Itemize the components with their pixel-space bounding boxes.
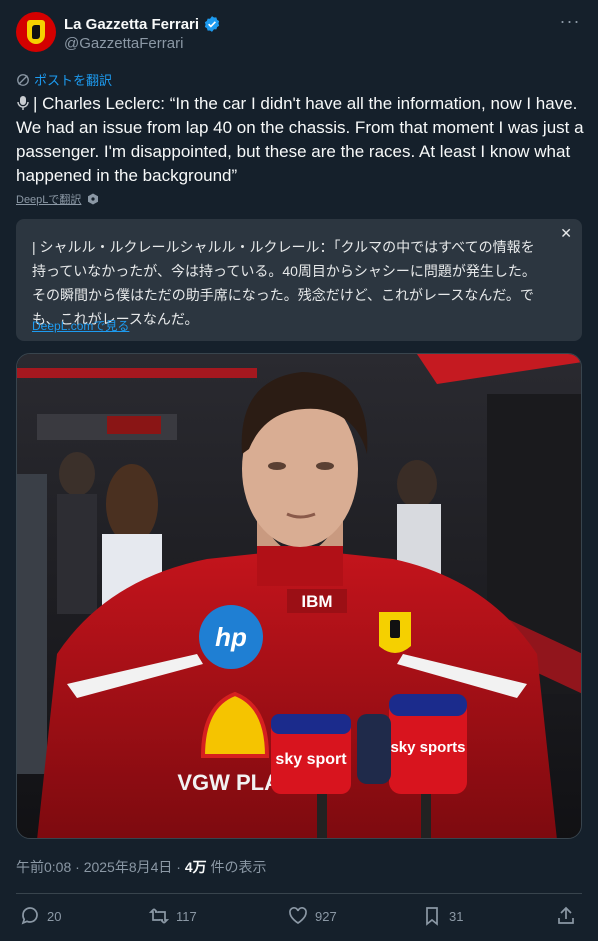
translate-post-link[interactable]: ポストを翻訳 <box>16 70 112 89</box>
translation-panel: | シャルル・ルクレールシャルル・ルクレール：「クルマの中ではすべての情報を持っ… <box>16 219 582 341</box>
bookmark-count: 31 <box>449 908 464 924</box>
avatar[interactable] <box>16 12 56 52</box>
repost-count: 117 <box>176 908 197 924</box>
name-row: La Gazzetta Ferrari <box>64 15 221 33</box>
deepl-logo-icon <box>88 193 99 205</box>
timestamp[interactable]: 午前0:08 · 2025年8月4日 <box>16 859 172 875</box>
handle[interactable]: @GazzettaFerrari <box>64 35 183 52</box>
reply-icon <box>21 907 38 925</box>
meta-separator: · <box>172 859 185 875</box>
post-header: La Gazzetta Ferrari @GazzettaFerrari ··· <box>16 12 582 56</box>
repost-button[interactable]: 117 <box>149 906 197 926</box>
share-icon <box>558 906 574 924</box>
like-count: 927 <box>315 908 337 924</box>
share-button[interactable] <box>556 906 576 926</box>
deepl-view-link[interactable]: DeepL.comで見る <box>32 317 129 334</box>
sky-sport-mic-text: sky sport <box>275 751 347 768</box>
post-photo[interactable]: IBM hp VGW PLAY sky sport sky sports <box>16 353 582 839</box>
repost-icon <box>149 908 169 924</box>
ibm-logo-text: IBM <box>301 592 332 611</box>
microphone-icon <box>17 96 29 110</box>
bookmark-button[interactable]: 31 <box>422 906 463 926</box>
deepl-translated-label[interactable]: DeepLで翻訳 <box>16 191 81 207</box>
close-icon[interactable]: ✕ <box>560 225 572 242</box>
driver-interview-image: IBM hp VGW PLAY sky sport sky sports <box>17 354 581 838</box>
views-count: 4万 <box>184 859 207 875</box>
svg-text:hp: hp <box>215 622 247 652</box>
tweet-text: | Charles Leclerc: “In the car I didn't … <box>16 92 586 188</box>
heart-icon <box>289 907 307 925</box>
views-label: 件の表示 <box>206 859 267 875</box>
more-options-icon[interactable]: ··· <box>558 12 582 34</box>
translate-icon <box>17 73 29 86</box>
ferrari-shield-icon <box>27 20 45 44</box>
bookmark-icon <box>426 907 438 926</box>
translate-post-label[interactable]: ポストを翻訳 <box>34 70 112 89</box>
post-meta: 午前0:08 · 2025年8月4日 · 4万 件の表示 <box>16 857 267 877</box>
reply-button[interactable]: 20 <box>20 906 61 926</box>
deepl-attribution: DeepLで翻訳 <box>16 191 99 207</box>
divider <box>16 893 582 894</box>
display-name[interactable]: La Gazzetta Ferrari <box>64 16 199 33</box>
verified-badge-icon <box>204 16 220 32</box>
like-button[interactable]: 927 <box>288 906 337 926</box>
sky-sports-mic-text: sky sports <box>390 739 465 756</box>
reply-count: 20 <box>47 908 62 924</box>
tweet-body: | Charles Leclerc: “In the car I didn't … <box>16 94 584 185</box>
action-bar: 20 117 927 31 <box>16 906 582 932</box>
